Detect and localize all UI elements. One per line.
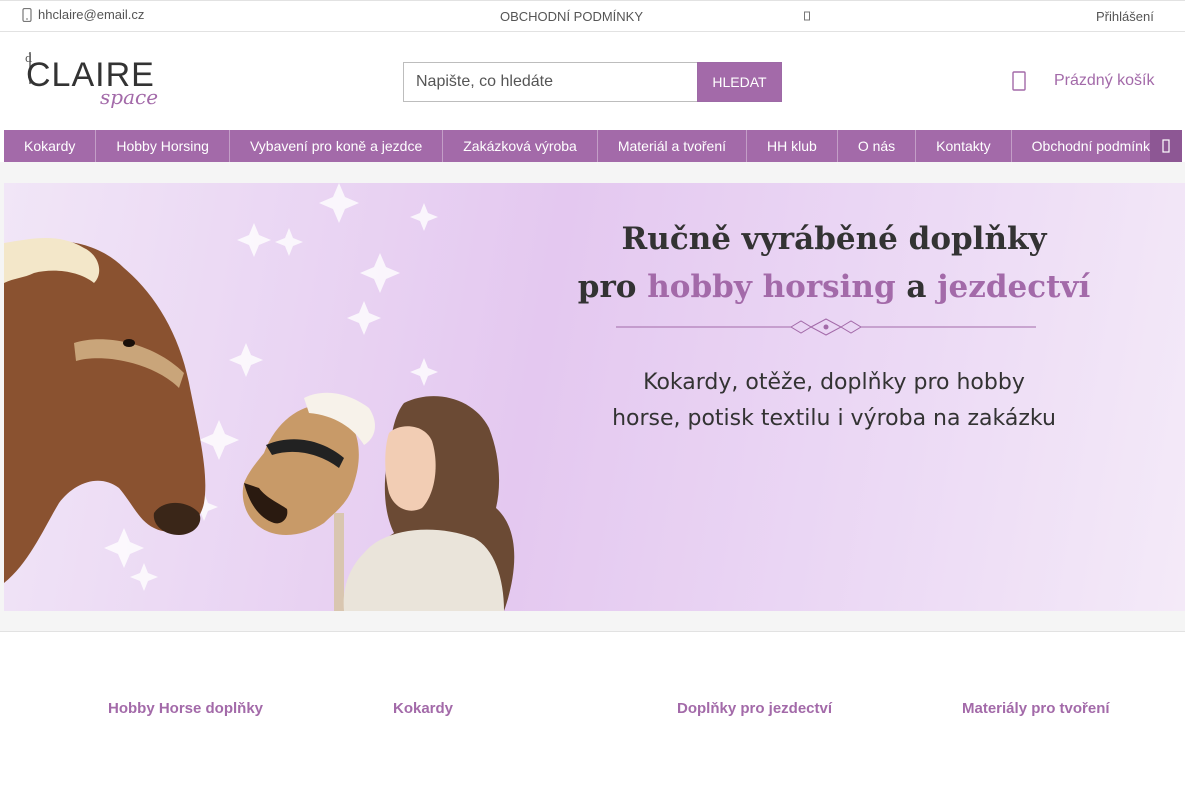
hero-section: Ručně vyráběné doplňky pro hobby horsing… — [0, 162, 1185, 632]
menu-more-icon — [1162, 139, 1170, 153]
search-bar: HLEDAT — [403, 62, 782, 102]
nav-item-kokardy[interactable]: Kokardy — [4, 130, 97, 162]
hero-subtitle: Kokardy, otěže, doplňky pro hobby horse,… — [564, 365, 1104, 437]
phone-icon — [22, 7, 32, 22]
email-link[interactable]: hhclaire@email.cz — [22, 7, 144, 22]
nav-item-hobby-horsing[interactable]: Hobby Horsing — [96, 130, 230, 162]
nav-item-material[interactable]: Materiál a tvoření — [598, 130, 748, 162]
main-nav: Kokardy Hobby Horsing Vybavení pro koně … — [4, 130, 1182, 162]
nav-item-equipment[interactable]: Vybavení pro koně a jezdce — [230, 130, 444, 162]
nav-item-hh-club[interactable]: HH klub — [747, 130, 838, 162]
top-utility-bar: hhclaire@email.cz OBCHODNÍ PODMÍNKY Přih… — [0, 0, 1185, 32]
category-riding-accessories[interactable]: Doplňky pro jezdectví — [677, 700, 832, 717]
hero-headline-part-c: a — [895, 269, 938, 305]
nav-more-button[interactable] — [1150, 130, 1182, 162]
hero-subtitle-line2: horse, potisk textilu i výroba na zakázk… — [612, 406, 1056, 431]
nav-item-contacts[interactable]: Kontakty — [916, 130, 1012, 162]
email-text[interactable]: hhclaire@email.cz — [38, 7, 144, 22]
logo-script-text: space — [100, 85, 158, 109]
hero-headline-line1: Ručně vyráběné doplňky — [621, 221, 1047, 257]
hero-headline-line2: pro hobby horsing a jezdectví — [544, 269, 1124, 305]
search-button[interactable]: HLEDAT — [697, 62, 782, 102]
terms-link[interactable]: OBCHODNÍ PODMÍNKY — [500, 9, 643, 24]
category-kokardy[interactable]: Kokardy — [393, 700, 453, 717]
cart[interactable]: Prázdný košík — [1012, 70, 1154, 92]
site-logo[interactable]: d CLAIRE space — [24, 50, 169, 112]
hero-headline-accent-2: jezdectví — [937, 269, 1091, 305]
cart-icon[interactable] — [1012, 70, 1026, 92]
hero-headline-accent-1: hobby horsing — [647, 269, 896, 305]
hero-headline-part-a: pro — [577, 269, 648, 305]
nav-item-custom-production[interactable]: Zakázková výroba — [443, 130, 598, 162]
nav-item-about[interactable]: O nás — [838, 130, 917, 162]
ornament-divider — [616, 318, 1036, 336]
category-crafting-materials[interactable]: Materiály pro tvoření — [962, 700, 1110, 717]
category-hobby-horse[interactable]: Hobby Horse doplňky — [108, 700, 263, 717]
small-icon[interactable] — [804, 10, 810, 22]
search-input[interactable] — [403, 62, 697, 102]
hero-banner[interactable]: Ručně vyráběné doplňky pro hobby horsing… — [4, 183, 1185, 611]
login-link[interactable]: Přihlášení — [1096, 9, 1154, 24]
hero-subtitle-line1: Kokardy, otěže, doplňky pro hobby — [643, 370, 1025, 395]
cart-label[interactable]: Prázdný košík — [1054, 72, 1154, 90]
